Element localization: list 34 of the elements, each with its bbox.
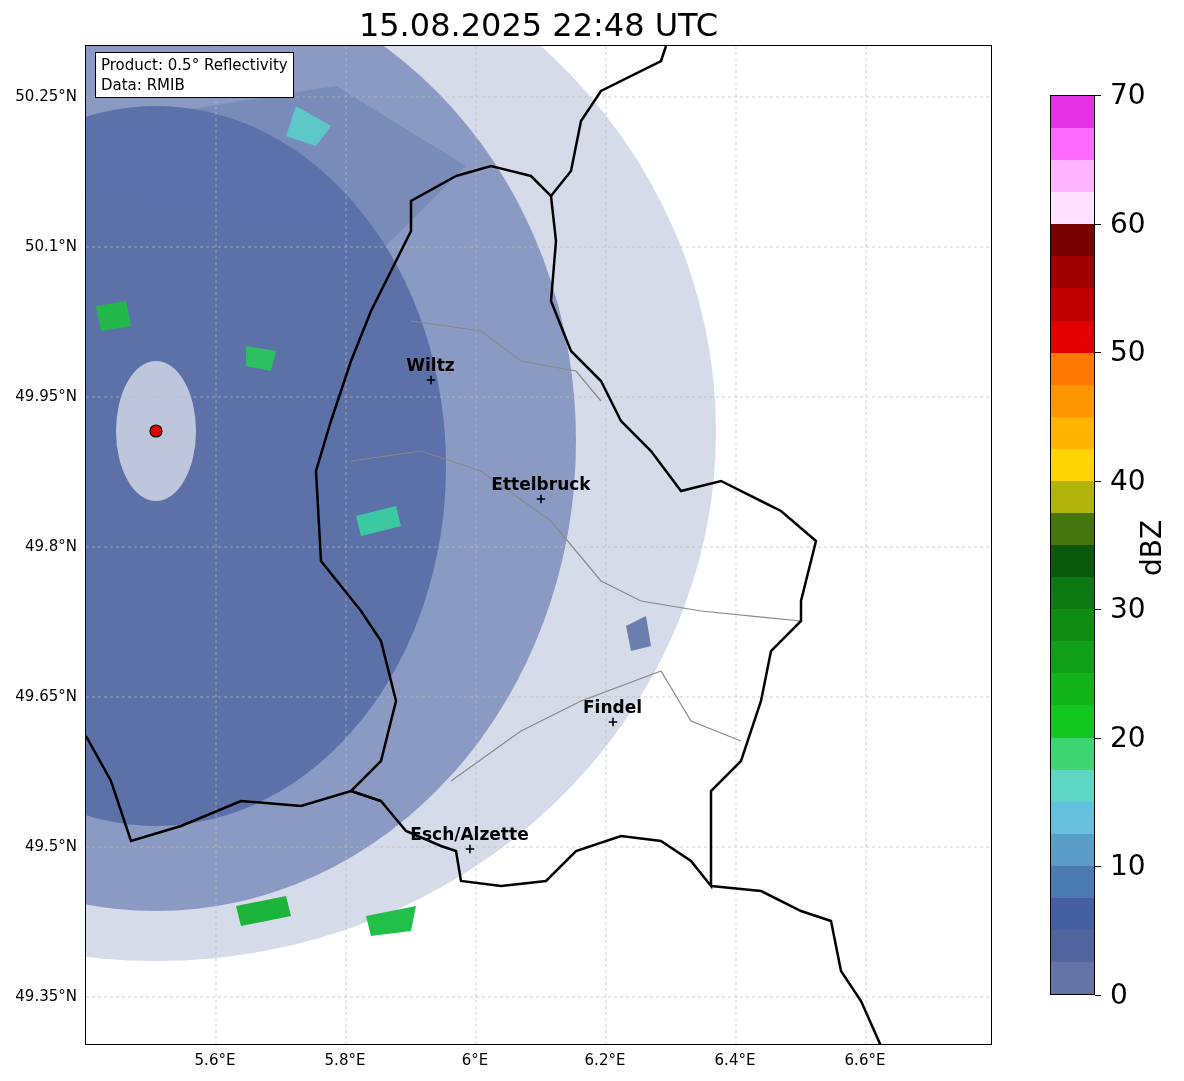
radar-site-icon [149,424,163,438]
latitude-label: 50.1°N [24,237,77,255]
longitude-label: 5.8°E [324,1051,366,1069]
city-label: Findel [582,697,643,717]
latitude-label: 49.8°N [24,537,77,555]
scale-label: 20 [1110,721,1146,754]
city-marker-icon [465,844,474,854]
longitude-label: 6.2°E [584,1051,626,1069]
city-marker-icon [536,494,546,504]
city-label: Ettelbruck [491,474,591,494]
city-marker-icon [426,375,435,385]
longitude-label: 6°E [461,1051,489,1069]
scale-label: 0 [1110,979,1128,1011]
longitude-label: 5.6°E [194,1051,236,1069]
chart-title: 15.08.2025 22:48 UTC [358,5,719,45]
scale-label: 40 [1110,464,1146,497]
scale-label: 70 [1110,79,1146,111]
latitude-label: 49.95°N [15,387,77,405]
scale-title: dBZ [1136,519,1169,577]
city-label: Esch/Alzette [410,824,529,844]
scale-label: 10 [1110,850,1146,883]
latitude-label: 50.25°N [15,87,77,105]
scale-label: 50 [1110,336,1146,369]
longitude-label: 6.6°E [844,1051,886,1069]
latitude-label: 49.65°N [15,687,77,705]
longitude-label: 6.4°E [714,1051,756,1069]
city-label: Wiltz [406,355,455,375]
city-marker-icon [608,717,617,727]
latitude-label: 49.35°N [15,987,77,1005]
info-text: Data: RMIB [101,75,186,95]
scale-label: 60 [1110,207,1146,240]
latitude-label: 49.5°N [24,837,77,855]
info-text: Product: 0.5° Reflectivity [101,55,288,75]
scale-label: 30 [1110,593,1146,626]
